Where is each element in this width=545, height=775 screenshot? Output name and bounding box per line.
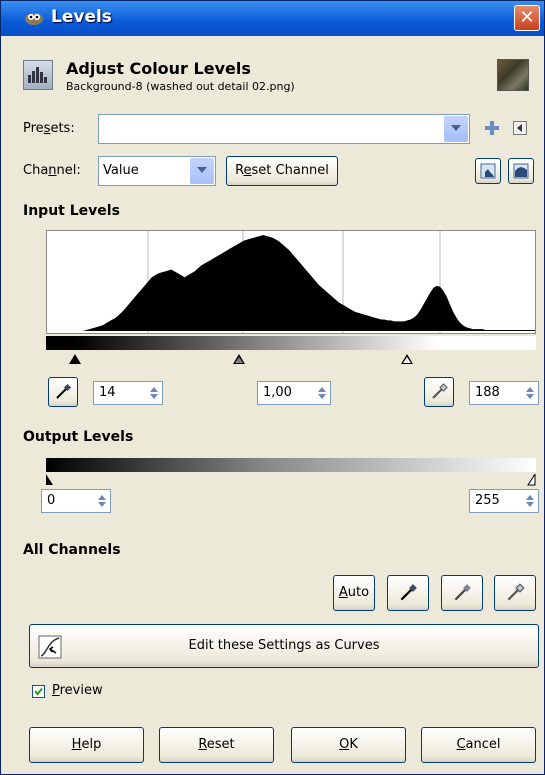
add-preset-icon[interactable] [483,119,501,137]
input-high-handle[interactable] [401,354,413,364]
channel-value: Value [103,163,139,178]
reset-button[interactable]: Reset [159,727,274,763]
title-bar[interactable]: Levels ✕ [1,1,544,36]
linear-histogram-icon [480,163,496,179]
pick-gray-all-button[interactable] [441,575,483,611]
eyedropper-black-icon [400,584,417,601]
preview-label[interactable]: Preview [52,683,103,698]
eyedropper-white-icon [432,383,448,399]
histogram-shape [47,235,535,331]
input-high-value: 188 [475,385,500,400]
input-low-handle[interactable] [69,354,81,364]
pick-white-all-button[interactable] [494,575,536,611]
log-histogram-icon [513,163,529,179]
output-gradient-bar [46,458,536,472]
input-gamma-field[interactable]: 1,00 [257,381,331,405]
levels-dialog: Levels ✕ Adjust Colour Levels Background… [0,0,545,775]
chevron-down-icon[interactable] [190,158,214,184]
histogram-view [46,230,536,334]
preset-menu-icon[interactable] [513,121,527,135]
channel-combo[interactable]: Value [98,156,216,186]
reset-channel-button[interactable]: Reset Channel [226,156,338,186]
output-high-value: 255 [475,493,500,508]
chevron-down-icon[interactable] [444,116,468,142]
image-subtitle: Background-8 (washed out detail 02.png) [66,80,295,93]
log-histogram-button[interactable] [508,158,534,184]
output-levels-heading: Output Levels [23,429,134,445]
input-levels-heading: Input Levels [23,203,120,219]
dialog-heading: Adjust Colour Levels [66,59,251,78]
eyedropper-black-icon [56,383,72,399]
spinner-icon[interactable] [523,491,537,511]
histogram [47,231,535,333]
output-low-field[interactable]: 0 [41,489,111,513]
channel-label: Channel: [23,163,81,178]
output-high-handle[interactable] [527,474,537,486]
ok-button[interactable]: OK [291,727,406,763]
window-title: Levels [51,7,112,27]
preview-checkbox[interactable] [32,685,45,698]
input-high-field[interactable]: 188 [469,381,539,405]
cancel-button[interactable]: Cancel [421,727,536,763]
output-low-value: 0 [47,493,56,508]
spinner-icon[interactable] [95,491,109,511]
presets-label: Presets: [23,121,75,136]
image-thumbnail [497,59,529,91]
input-gradient-bar [46,336,536,350]
pick-black-point-button[interactable] [48,377,78,407]
output-low-handle[interactable] [45,474,55,486]
eyedropper-white-icon [507,583,525,601]
pick-black-all-button[interactable] [387,575,429,611]
pick-white-point-button[interactable] [424,377,454,407]
dialog-body: Adjust Colour Levels Background-8 (washe… [1,37,544,774]
input-gamma-handle[interactable] [233,354,245,364]
curves-icon [38,635,62,659]
eyedropper-gray-icon [454,584,471,601]
linear-histogram-button[interactable] [475,158,501,184]
input-low-value: 14 [99,385,116,400]
presets-combo[interactable] [98,114,470,144]
close-button[interactable]: ✕ [514,5,540,31]
output-high-field[interactable]: 255 [469,489,539,513]
auto-button[interactable]: Auto [333,575,375,611]
edit-as-curves-label: Edit these Settings as Curves [188,638,380,653]
spinner-icon[interactable] [147,383,161,403]
levels-icon [23,60,53,90]
spinner-icon[interactable] [523,383,537,403]
spinner-icon[interactable] [315,383,329,403]
edit-as-curves-button[interactable]: Edit these Settings as Curves [29,624,539,668]
input-low-field[interactable]: 14 [93,381,163,405]
check-icon [34,687,43,696]
input-gamma-value: 1,00 [263,385,292,400]
gimp-icon [25,13,43,25]
help-button[interactable]: Help [29,727,144,763]
all-channels-heading: All Channels [23,542,121,558]
